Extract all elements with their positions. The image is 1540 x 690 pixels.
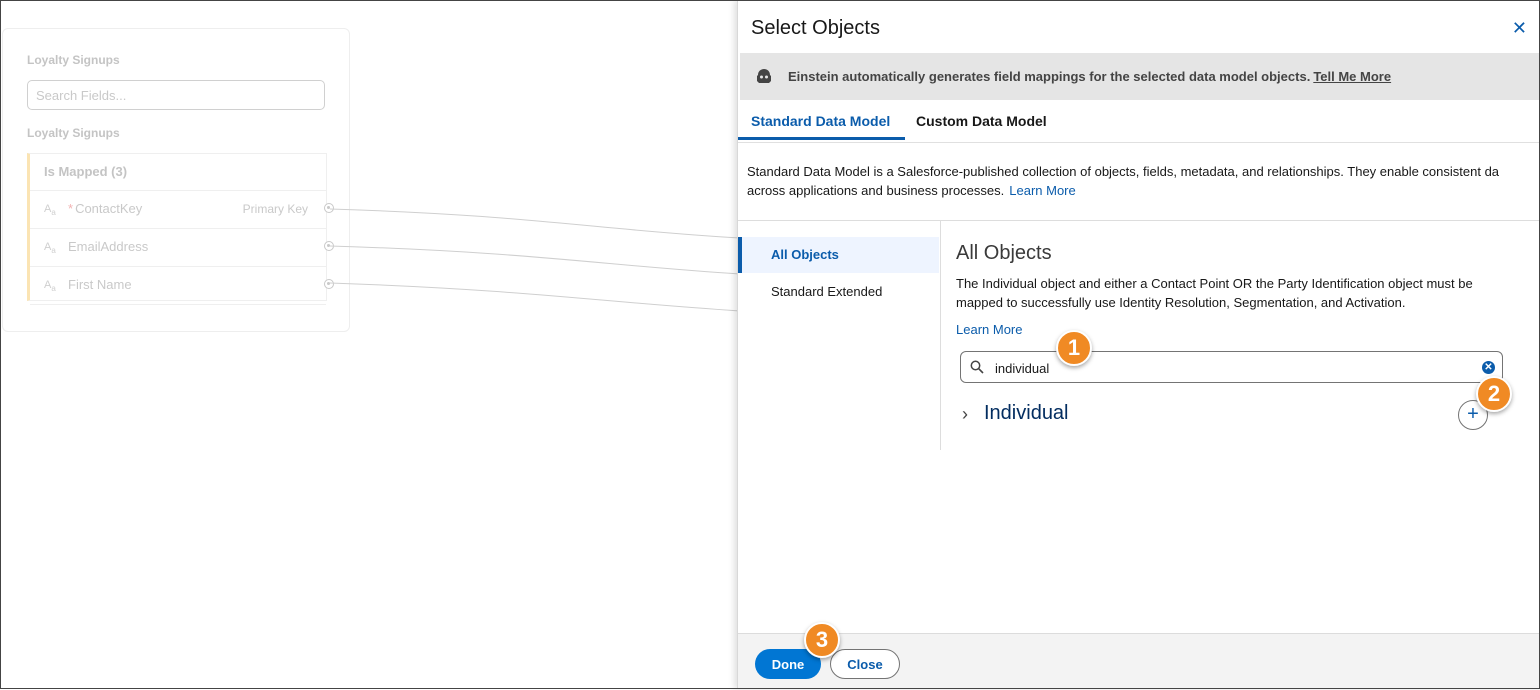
- search-fields-input[interactable]: Search Fields...: [27, 80, 325, 110]
- object-name[interactable]: Individual: [984, 402, 1069, 425]
- mapped-group-label: Is Mapped (3): [30, 154, 326, 191]
- content-learn-more-link[interactable]: Learn More: [956, 322, 1022, 337]
- chevron-right-icon[interactable]: ›: [962, 404, 968, 425]
- content-description: The Individual object and either a Conta…: [956, 276, 1473, 310]
- source-object-card: Loyalty Signups Search Fields... Loyalty…: [2, 28, 350, 332]
- callout-badge-2: 2: [1476, 376, 1512, 412]
- object-search-box[interactable]: ✕: [960, 351, 1503, 383]
- object-result-row: › Individual +: [960, 400, 1520, 430]
- nav-item-all-objects[interactable]: All Objects: [738, 237, 939, 273]
- mapping-line: [329, 208, 741, 239]
- mapped-fields-group: Is Mapped (3) Aa * ContactKey Primary Key…: [27, 153, 334, 305]
- active-tab-indicator: [738, 137, 905, 140]
- data-model-tabs: Standard Data Model Custom Data Model: [738, 100, 1540, 143]
- content-heading: All Objects: [956, 242, 1052, 264]
- field-row[interactable]: Aa EmailAddress: [30, 229, 334, 267]
- close-icon[interactable]: ✕: [1512, 18, 1527, 38]
- standard-model-description: Standard Data Model is a Salesforce-publ…: [747, 164, 1500, 198]
- einstein-banner: Einstein automatically generates field m…: [740, 53, 1540, 100]
- text-type-icon: Aa: [44, 279, 56, 294]
- text-type-icon: Aa: [44, 241, 56, 256]
- field-row[interactable]: Aa First Name: [30, 267, 334, 305]
- source-card-title: Loyalty Signups: [27, 53, 120, 67]
- select-objects-panel: Select Objects ✕ Einstein automatically …: [737, 0, 1540, 690]
- clear-search-icon[interactable]: ✕: [1482, 361, 1495, 374]
- callout-badge-1: 1: [1056, 330, 1092, 366]
- required-marker: *: [68, 201, 74, 216]
- mapping-line: [329, 245, 741, 275]
- object-category-nav: All Objects Standard Extended: [738, 220, 941, 450]
- callout-badge-3: 3: [804, 622, 840, 658]
- close-button[interactable]: Close: [830, 649, 900, 679]
- search-icon: [970, 360, 984, 374]
- nav-item-standard-extended[interactable]: Standard Extended: [738, 274, 939, 310]
- mapping-line: [329, 282, 741, 312]
- objects-content: All Objects The Individual object and ei…: [956, 242, 1536, 337]
- mapping-connector-icon[interactable]: [324, 279, 334, 289]
- tab-standard-data-model[interactable]: Standard Data Model: [751, 113, 890, 129]
- panel-title: Select Objects: [751, 17, 880, 39]
- learn-more-link[interactable]: Learn More: [1009, 183, 1075, 198]
- tab-custom-data-model[interactable]: Custom Data Model: [916, 113, 1047, 129]
- source-section-title: Loyalty Signups: [27, 126, 120, 140]
- mapping-connector-icon[interactable]: [324, 203, 334, 213]
- text-type-icon: Aa: [44, 203, 56, 218]
- tell-me-more-link[interactable]: Tell Me More: [1313, 69, 1391, 84]
- field-name: EmailAddress: [68, 239, 149, 254]
- field-name: * ContactKey: [68, 201, 143, 216]
- banner-text: Einstein automatically generates field m…: [788, 69, 1392, 84]
- field-name: First Name: [68, 277, 132, 292]
- mapping-connector-icon[interactable]: [324, 241, 334, 251]
- field-row[interactable]: Aa * ContactKey Primary Key: [30, 191, 334, 229]
- einstein-icon: [757, 69, 771, 83]
- primary-key-tag: Primary Key: [242, 202, 308, 216]
- panel-footer: Done Close: [738, 633, 1540, 690]
